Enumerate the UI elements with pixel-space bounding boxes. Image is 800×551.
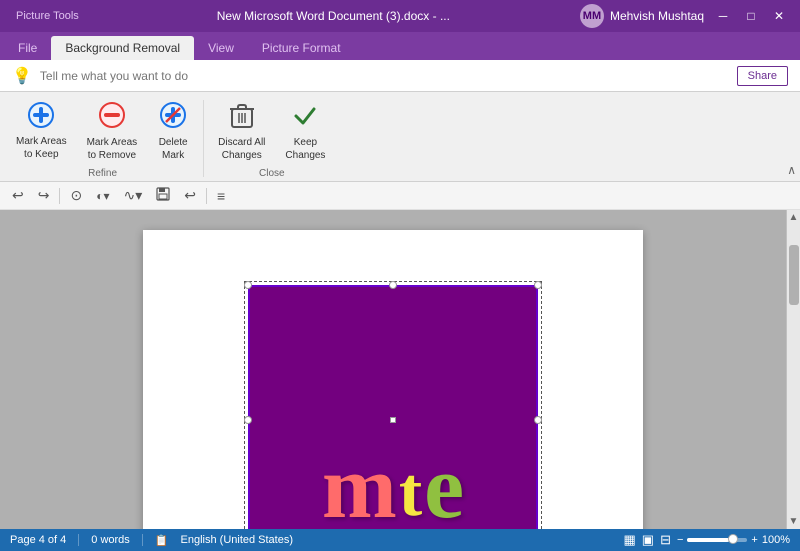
user-info: MM Mehvish Mushtaq — [580, 4, 704, 28]
status-sep2 — [142, 534, 143, 546]
status-sep1 — [78, 534, 79, 546]
redo-button[interactable]: ↪ — [34, 185, 54, 206]
minimize-button[interactable]: ─ — [710, 6, 736, 26]
language-status: English (United States) — [181, 534, 294, 546]
search-icon: 💡 — [12, 66, 32, 86]
tab-picture-format[interactable]: Picture Format — [248, 36, 355, 60]
doc-title: New Microsoft Word Document (3).docx - .… — [87, 9, 580, 23]
close-group-label: Close — [259, 168, 285, 181]
status-bar: Page 4 of 4 0 words 📋 English (United St… — [0, 529, 800, 551]
vertical-scrollbar[interactable]: ▲ ▼ — [786, 210, 800, 529]
scroll-up-button[interactable]: ▲ — [787, 210, 800, 225]
keep-icon — [291, 101, 319, 134]
handle-tr[interactable] — [534, 281, 542, 289]
view-normal-button[interactable]: ▦ — [623, 532, 635, 548]
maximize-button[interactable]: □ — [738, 6, 764, 26]
handle-tm[interactable] — [389, 281, 397, 289]
letter-t: t — [399, 458, 422, 528]
title-bar-right: MM Mehvish Mushtaq ─ □ ✕ — [580, 4, 792, 28]
ribbon-tabs: File Background Removal View Picture For… — [0, 32, 800, 60]
tab-background-removal[interactable]: Background Removal — [51, 36, 194, 60]
title-bar: Picture Tools New Microsoft Word Documen… — [0, 0, 800, 32]
more-button[interactable]: ≡ — [213, 186, 229, 206]
document-page: m t e — [143, 230, 643, 529]
view-web-button[interactable]: ⊟ — [660, 532, 671, 548]
window-controls[interactable]: ─ □ ✕ — [710, 6, 792, 26]
avatar: MM — [580, 4, 604, 28]
delete-mark-label: DeleteMark — [159, 136, 188, 162]
refine-group-buttons: Mark Areasto Keep Mark Areasto Remove — [8, 96, 197, 168]
image-container[interactable]: m t e — [248, 285, 538, 529]
circle-button[interactable]: ⊙ — [66, 185, 86, 206]
status-right: ▦ ▣ ⊟ − + 100% — [623, 532, 790, 548]
quick-access-toolbar: ↩ ↪ ⊙ ◐▾ ∿▾ ↩ ≡ — [0, 182, 800, 210]
mark-remove-label: Mark Areasto Remove — [87, 136, 138, 162]
page-status: Page 4 of 4 — [10, 534, 66, 546]
mark-areas-to-remove-button[interactable]: Mark Areasto Remove — [79, 96, 146, 166]
fill-button[interactable]: ◐▾ — [92, 187, 113, 205]
user-name: Mehvish Mushtaq — [610, 9, 704, 23]
qa-separator — [59, 188, 60, 204]
handle-ml[interactable] — [244, 416, 252, 424]
zoom-out-button[interactable]: − — [677, 534, 683, 546]
mark-areas-to-keep-button[interactable]: Mark Areasto Keep — [8, 96, 75, 166]
word-count: 0 words — [91, 534, 130, 546]
handle-tl[interactable] — [244, 281, 252, 289]
view-read-button[interactable]: ▣ — [642, 532, 654, 548]
qa-separator2 — [206, 188, 207, 204]
picture-tools-label: Picture Tools — [8, 8, 87, 24]
canvas-area[interactable]: m t e — [0, 210, 786, 529]
image-background: m t e — [248, 285, 538, 529]
keep-changes-button[interactable]: KeepChanges — [277, 96, 333, 166]
handle-mr[interactable] — [534, 416, 542, 424]
search-bar: 💡 Share — [0, 60, 800, 92]
title-bar-left: Picture Tools — [8, 8, 87, 24]
zoom-area: − + 100% — [677, 534, 790, 546]
zoom-thumb[interactable] — [728, 534, 738, 544]
zoom-in-button[interactable]: + — [751, 534, 757, 546]
tab-view[interactable]: View — [194, 36, 248, 60]
letter-e: e — [424, 443, 464, 529]
wave-button[interactable]: ∿▾ — [119, 185, 146, 206]
zoom-fill — [687, 538, 729, 542]
save-icon[interactable] — [152, 185, 174, 206]
discard-label: Discard AllChanges — [218, 136, 265, 162]
proof-icon: 📋 — [155, 534, 169, 547]
tab-file[interactable]: File — [4, 36, 51, 60]
search-input[interactable] — [40, 69, 729, 83]
ribbon: Mark Areasto Keep Mark Areasto Remove — [0, 92, 800, 182]
delete-mark-button[interactable]: DeleteMark — [149, 96, 197, 166]
close-button[interactable]: ✕ — [766, 6, 792, 26]
share-button[interactable]: Share — [737, 66, 788, 86]
collapse-ribbon-button[interactable]: ∧ — [787, 163, 796, 177]
zoom-level: 100% — [762, 534, 790, 546]
zoom-slider[interactable] — [687, 538, 747, 542]
undo-button[interactable]: ↩ — [8, 185, 28, 206]
scroll-down-button[interactable]: ▼ — [787, 514, 800, 529]
keep-label: KeepChanges — [285, 136, 325, 162]
mark-keep-label: Mark Areasto Keep — [16, 135, 67, 161]
close-group-buttons: Discard AllChanges KeepChanges — [210, 96, 333, 168]
letter-m: m — [322, 443, 397, 529]
scrollbar-thumb[interactable] — [789, 245, 799, 305]
undo2-button[interactable]: ↩ — [180, 185, 200, 206]
mark-remove-icon — [98, 101, 126, 134]
refine-group-label: Refine — [88, 168, 117, 181]
delete-mark-icon — [159, 101, 187, 134]
discard-all-changes-button[interactable]: Discard AllChanges — [210, 96, 273, 166]
discard-icon — [228, 101, 256, 134]
mark-keep-icon — [27, 101, 55, 133]
main-content: m t e ▲ ▼ — [0, 210, 800, 529]
